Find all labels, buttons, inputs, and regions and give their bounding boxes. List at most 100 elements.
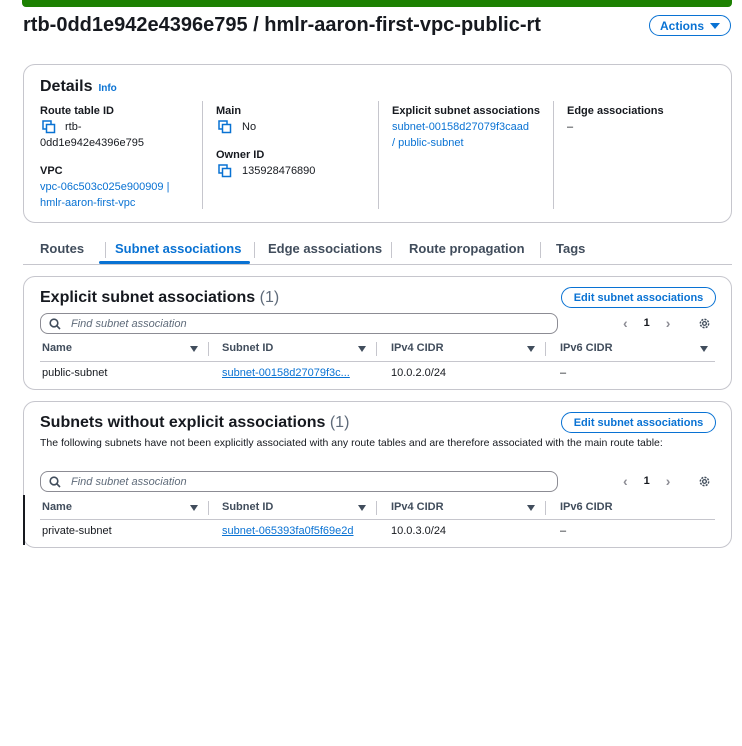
column-header-ipv4-cidr[interactable]: IPv4 CIDR (391, 501, 444, 513)
column-divider (208, 342, 209, 356)
pagination: ‹ 1 › (623, 473, 670, 489)
search-icon (49, 317, 61, 330)
edit-subnet-associations-button[interactable]: Edit subnet associations (561, 412, 716, 433)
sort-icon[interactable] (190, 505, 198, 511)
row-ipv4-cidr: 10.0.3.0/24 (391, 525, 447, 537)
caret-down-icon (710, 22, 720, 29)
explicit-subnet-link-2[interactable]: / public-subnet (392, 135, 464, 151)
search-input[interactable] (69, 474, 533, 489)
column-header-ipv4-cidr[interactable]: IPv4 CIDR (391, 342, 444, 354)
main-label: Main (216, 105, 242, 117)
sort-icon[interactable] (190, 346, 198, 352)
column-divider (545, 501, 546, 515)
page-number[interactable]: 1 (644, 475, 650, 487)
sort-icon[interactable] (527, 346, 535, 352)
page-title: rtb-0dd1e942e4396e795 / hmlr-aaron-first… (23, 14, 541, 36)
row-name: public-subnet (42, 367, 108, 379)
route-table-id-value-2: 0dd1e942e4396e795 (40, 137, 145, 149)
column-divider (376, 501, 377, 515)
search-icon (49, 475, 61, 488)
search-input[interactable] (69, 316, 533, 331)
tab-divider (540, 242, 541, 258)
column-header-ipv6-cidr[interactable]: IPv6 CIDR (560, 501, 613, 513)
explicit-associations-heading: Explicit subnet associations (1) (40, 289, 279, 307)
details-heading: Details Info (40, 78, 117, 96)
row-subnet-id-link[interactable]: subnet-00158d27079f3c... (222, 367, 350, 379)
section-description: The following subnets have not been expl… (40, 437, 663, 449)
tab-tags[interactable]: Tags (556, 241, 585, 256)
owner-id-label: Owner ID (216, 149, 265, 161)
route-table-id-label: Route table ID (40, 105, 114, 117)
chevron-left-icon[interactable]: ‹ (623, 473, 628, 489)
flash-banner (22, 0, 732, 7)
focus-indicator (23, 495, 25, 545)
actions-button[interactable]: Actions (649, 15, 731, 36)
pagination: ‹ 1 › (623, 315, 670, 331)
column-header-subnet-id[interactable]: Subnet ID (222, 501, 273, 513)
copy-icon[interactable] (218, 164, 232, 178)
edge-associations-label: Edge associations (567, 105, 664, 117)
row-name: private-subnet (42, 525, 112, 537)
main-value: No (242, 121, 257, 133)
search-field[interactable] (40, 471, 558, 492)
explicit-associations-label: Explicit subnet associations (392, 105, 540, 117)
tab-edge-associations[interactable]: Edge associations (268, 241, 382, 256)
tab-divider (254, 242, 255, 258)
search-field[interactable] (40, 313, 558, 334)
column-header-name[interactable]: Name (42, 501, 72, 513)
details-panel: Details Info Route table ID rtb- 0dd1e942… (23, 64, 732, 223)
vpc-label: VPC (40, 165, 63, 177)
route-table-id-value-1: rtb- (65, 121, 82, 133)
copy-icon[interactable] (42, 120, 56, 134)
chevron-right-icon[interactable]: › (666, 473, 671, 489)
info-link[interactable]: Info (98, 83, 116, 94)
tab-routes[interactable]: Routes (40, 241, 84, 256)
column-header-subnet-id[interactable]: Subnet ID (222, 342, 273, 354)
row-subnet-id-link[interactable]: subnet-065393fa0f5f69e2d (222, 525, 354, 537)
explicit-associations-panel: Explicit subnet associations (1) Edit su… (23, 276, 732, 390)
page-number[interactable]: 1 (644, 317, 650, 329)
sort-icon[interactable] (527, 505, 535, 511)
column-header-ipv6-cidr[interactable]: IPv6 CIDR (560, 342, 613, 354)
tab-divider (105, 242, 106, 258)
edit-subnet-associations-button[interactable]: Edit subnet associations (561, 287, 716, 308)
column-divider (376, 342, 377, 356)
details-divider (553, 101, 554, 209)
section-title: Subnets without explicit associations (40, 414, 326, 431)
without-associations-heading: Subnets without explicit associations (1… (40, 414, 349, 432)
sort-icon[interactable] (358, 505, 366, 511)
vpc-link-1[interactable]: vpc-06c503c025e900909 | (40, 179, 169, 195)
settings-gear-icon[interactable] (698, 475, 711, 488)
tab-bar: Routes Subnet associations Edge associat… (23, 236, 732, 265)
details-divider (378, 101, 379, 209)
tab-subnet-associations[interactable]: Subnet associations (115, 241, 241, 256)
row-ipv4-cidr: 10.0.2.0/24 (391, 367, 447, 379)
table-header-divider (40, 361, 715, 362)
details-title: Details (40, 78, 93, 95)
item-count: (1) (329, 414, 350, 431)
section-title: Explicit subnet associations (40, 289, 256, 306)
explicit-subnet-link-1[interactable]: subnet-00158d27079f3caad (392, 119, 529, 135)
owner-id-value: 135928476890 (242, 165, 316, 177)
settings-gear-icon[interactable] (698, 317, 711, 330)
chevron-left-icon[interactable]: ‹ (623, 315, 628, 331)
edge-associations-value: – (567, 121, 574, 133)
active-tab-indicator (99, 261, 250, 264)
sort-icon[interactable] (358, 346, 366, 352)
chevron-right-icon[interactable]: › (666, 315, 671, 331)
row-ipv6-cidr: – (560, 525, 567, 537)
without-associations-panel: Subnets without explicit associations (1… (23, 401, 732, 548)
tab-divider (391, 242, 392, 258)
column-divider (545, 342, 546, 356)
details-divider (202, 101, 203, 209)
column-divider (208, 501, 209, 515)
tab-route-propagation[interactable]: Route propagation (409, 241, 525, 256)
vpc-link-2[interactable]: hmlr-aaron-first-vpc (40, 195, 135, 211)
copy-icon[interactable] (218, 120, 232, 134)
column-header-name[interactable]: Name (42, 342, 72, 354)
table-header-divider (40, 519, 715, 520)
actions-button-label: Actions (659, 18, 704, 33)
sort-icon[interactable] (700, 346, 708, 352)
item-count: (1) (259, 289, 280, 306)
row-ipv6-cidr: – (560, 367, 567, 379)
